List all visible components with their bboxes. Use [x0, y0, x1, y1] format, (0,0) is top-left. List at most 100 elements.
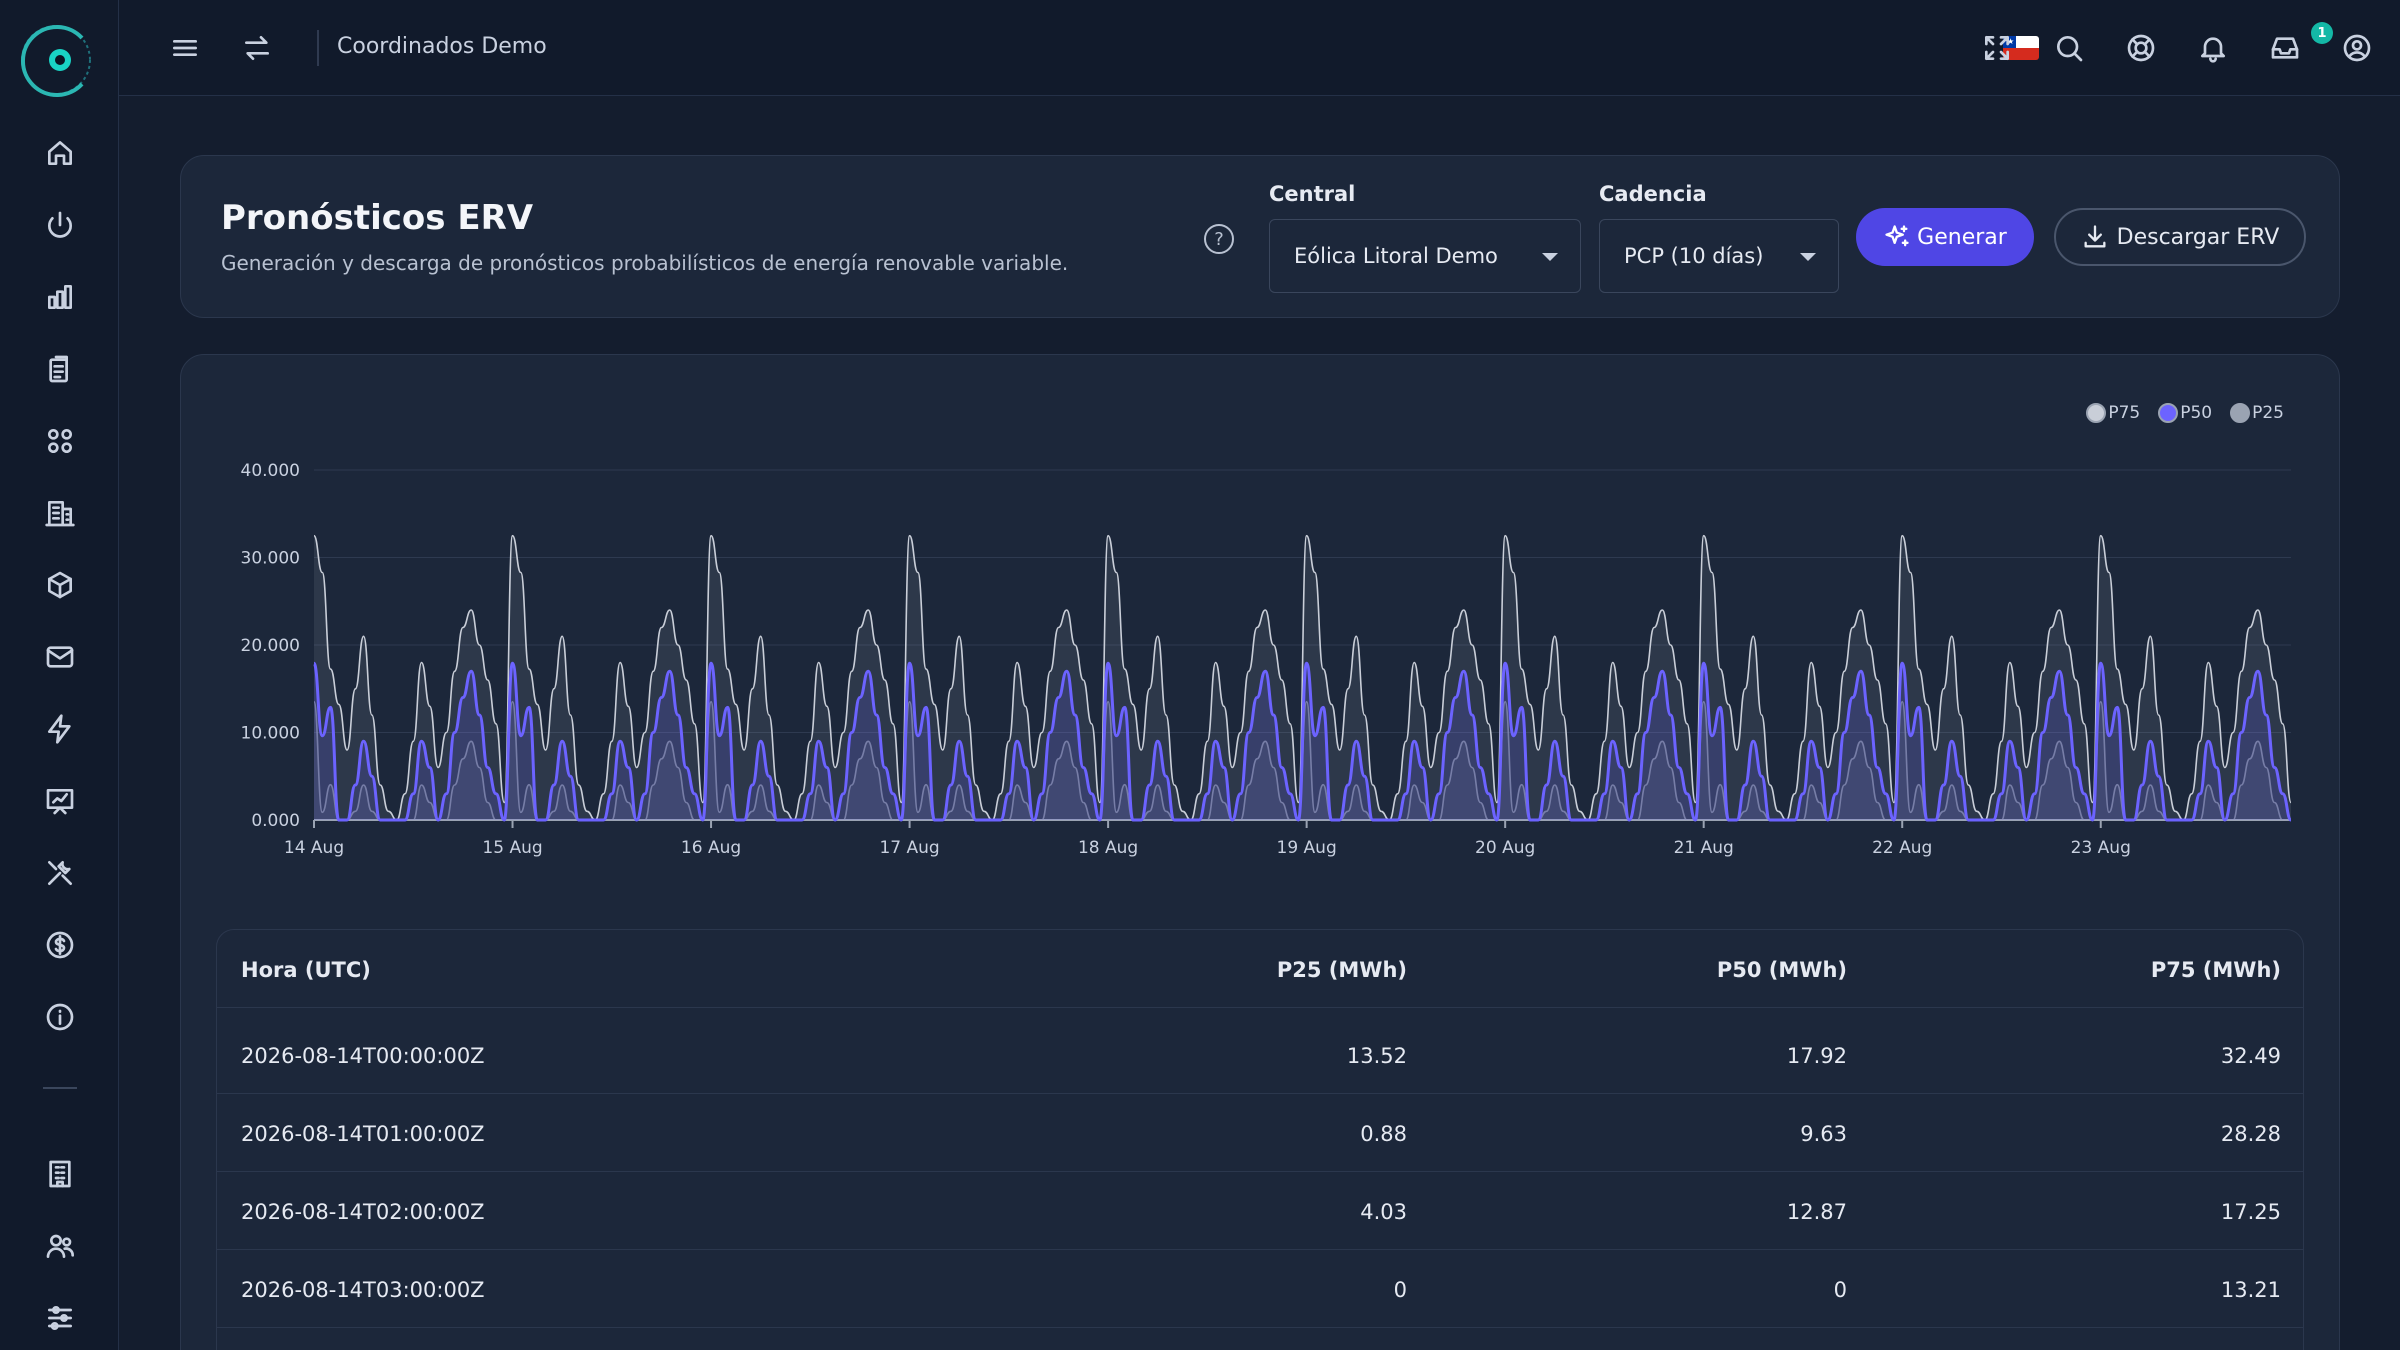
help-icon[interactable]: ? — [1204, 224, 1234, 254]
x-tick-label: 21 Aug — [1674, 838, 1734, 858]
table-header-row: Hora (UTC) P25 (MWh) P50 (MWh) P75 (MWh) — [217, 930, 2303, 1008]
download-icon — [2084, 225, 2106, 248]
forecast-chart-card: 0.000 10.000 20.000 30.000 40.000 14 Aug 15 Au… — [180, 354, 2340, 1350]
page-subtitle: Generación y descarga de pronósticos pro… — [221, 251, 1069, 275]
bar-chart-icon[interactable] — [36, 273, 84, 321]
x-tick-label: 20 Aug — [1475, 838, 1535, 858]
company-name[interactable]: Coordinados Demo — [337, 34, 547, 59]
table-row: 2026-08-14T00:00:00Z 13.52 17.92 32.49 — [217, 1016, 2303, 1094]
users-icon[interactable] — [36, 1222, 84, 1270]
cell-hora: 2026-08-14T01:00:00Z — [241, 1122, 485, 1146]
inbox-icon[interactable] — [2261, 24, 2309, 72]
x-tick-label: 23 Aug — [2071, 838, 2131, 858]
cell-p75: 17.25 — [2220, 1200, 2281, 1224]
x-tick-label: 16 Aug — [681, 838, 741, 858]
column-header-hora[interactable]: Hora (UTC) — [241, 958, 371, 982]
home-icon[interactable] — [36, 129, 84, 177]
legend-swatch-p50 — [2158, 403, 2179, 423]
y-tick-label: 20.000 — [241, 636, 300, 656]
cell-p50: 0 — [1833, 1278, 1847, 1302]
cube-icon[interactable] — [36, 561, 84, 609]
y-tick-label: 30.000 — [241, 549, 300, 569]
x-tick-label: 18 Aug — [1078, 838, 1138, 858]
forecast-table: Hora (UTC) P25 (MWh) P50 (MWh) P75 (MWh)… — [216, 929, 2304, 1350]
support-lifebuoy-icon[interactable] — [2117, 24, 2165, 72]
cell-p25: 0 — [1393, 1278, 1407, 1302]
cell-p75: 32.49 — [2220, 1044, 2281, 1068]
power-icon[interactable] — [36, 201, 84, 249]
bell-icon[interactable] — [2189, 24, 2237, 72]
cell-hora: 2026-08-14T00:00:00Z — [241, 1044, 485, 1068]
x-tick-label: 17 Aug — [879, 838, 939, 858]
forecast-chart: 0.000 10.000 20.000 30.000 40.000 14 Aug 15 Au… — [241, 461, 2293, 858]
table-row: 2026-08-14T02:00:00Z 4.03 12.87 17.25 — [217, 1172, 2303, 1250]
table-row: 2026-08-14T01:00:00Z 0.88 9.63 28.28 — [217, 1094, 2303, 1172]
notification-badge: 1 — [2311, 22, 2333, 44]
search-icon[interactable] — [2045, 24, 2093, 72]
topbar-divider — [317, 30, 319, 66]
central-select-value: Eólica Litoral Demo — [1294, 244, 1498, 268]
chart-legend: P75 P50 P25 — [2086, 403, 2284, 423]
dollar-icon[interactable] — [36, 921, 84, 969]
table-row: 2026-08-14T03:00:00Z 0 0 13.21 — [217, 1250, 2303, 1328]
chevron-down-icon — [1800, 253, 1816, 261]
legend-item-p25[interactable]: P25 — [2230, 403, 2284, 423]
y-tick-label: 0.000 — [251, 811, 300, 831]
cell-p50: 17.92 — [1786, 1044, 1847, 1068]
central-label: Central — [1269, 182, 1356, 206]
legend-swatch-p25 — [2230, 403, 2251, 423]
cell-hora: 2026-08-14T02:00:00Z — [241, 1200, 485, 1224]
cell-p25: 0.88 — [1360, 1122, 1407, 1146]
clipboard-icon[interactable] — [36, 345, 84, 393]
column-header-p50[interactable]: P50 (MWh) — [1717, 958, 1847, 982]
cadencia-select-value: PCP (10 días) — [1624, 244, 1764, 268]
cell-hora: 2026-08-14T03:00:00Z — [241, 1278, 485, 1302]
cell-p75: 28.28 — [2220, 1122, 2281, 1146]
x-tick-label: 19 Aug — [1277, 838, 1337, 858]
tools-icon[interactable] — [36, 849, 84, 897]
grid-icon[interactable] — [36, 417, 84, 465]
info-icon[interactable] — [36, 993, 84, 1041]
sidebar — [0, 0, 119, 1350]
download-erv-button[interactable]: Descargar ERV — [2054, 208, 2306, 266]
generate-button-label: Generar — [1917, 224, 2007, 250]
legend-item-p50[interactable]: P50 — [2158, 403, 2212, 423]
generate-button[interactable]: Generar — [1856, 208, 2034, 266]
cell-p50: 12.87 — [1786, 1200, 1847, 1224]
user-account-icon[interactable] — [2333, 24, 2381, 72]
page-title: Pronósticos ERV — [221, 198, 534, 238]
menu-icon[interactable] — [161, 24, 209, 72]
building-icon[interactable] — [36, 489, 84, 537]
fullscreen-icon[interactable] — [1973, 24, 2021, 72]
legend-item-p75[interactable]: P75 — [2086, 403, 2140, 423]
presentation-chart-icon[interactable] — [36, 777, 84, 825]
legend-swatch-p75 — [2086, 403, 2107, 423]
forecast-header-card: Pronósticos ERV Generación y descarga de… — [180, 155, 2340, 318]
app-logo[interactable] — [18, 18, 96, 102]
office-icon[interactable] — [36, 1150, 84, 1198]
topbar: Coordinados Demo ★ 1 — [119, 0, 2400, 96]
sliders-icon[interactable] — [36, 1294, 84, 1342]
switch-arrows-icon[interactable] — [233, 24, 281, 72]
sidebar-divider — [43, 1087, 77, 1089]
column-header-p75[interactable]: P75 (MWh) — [2151, 958, 2281, 982]
x-tick-label: 14 Aug — [284, 838, 344, 858]
cell-p50: 9.63 — [1800, 1122, 1847, 1146]
x-tick-label: 22 Aug — [1872, 838, 1932, 858]
cadencia-label: Cadencia — [1599, 182, 1707, 206]
y-tick-label: 40.000 — [241, 461, 300, 481]
cell-p25: 4.03 — [1360, 1200, 1407, 1224]
mail-icon[interactable] — [36, 633, 84, 681]
download-button-label: Descargar ERV — [2116, 224, 2280, 250]
legend-label-p25: P25 — [2252, 403, 2284, 423]
cell-p75: 13.21 — [2220, 1278, 2281, 1302]
legend-label-p50: P50 — [2180, 403, 2213, 423]
bolt-icon[interactable] — [36, 705, 84, 753]
central-select[interactable]: Eólica Litoral Demo — [1269, 219, 1581, 293]
cadencia-select[interactable]: PCP (10 días) — [1599, 219, 1839, 293]
cell-p25: 13.52 — [1346, 1044, 1407, 1068]
legend-label-p75: P75 — [2108, 403, 2141, 423]
chevron-down-icon — [1542, 253, 1558, 261]
column-header-p25[interactable]: P25 (MWh) — [1277, 958, 1407, 982]
sparkles-icon — [1885, 225, 1909, 247]
